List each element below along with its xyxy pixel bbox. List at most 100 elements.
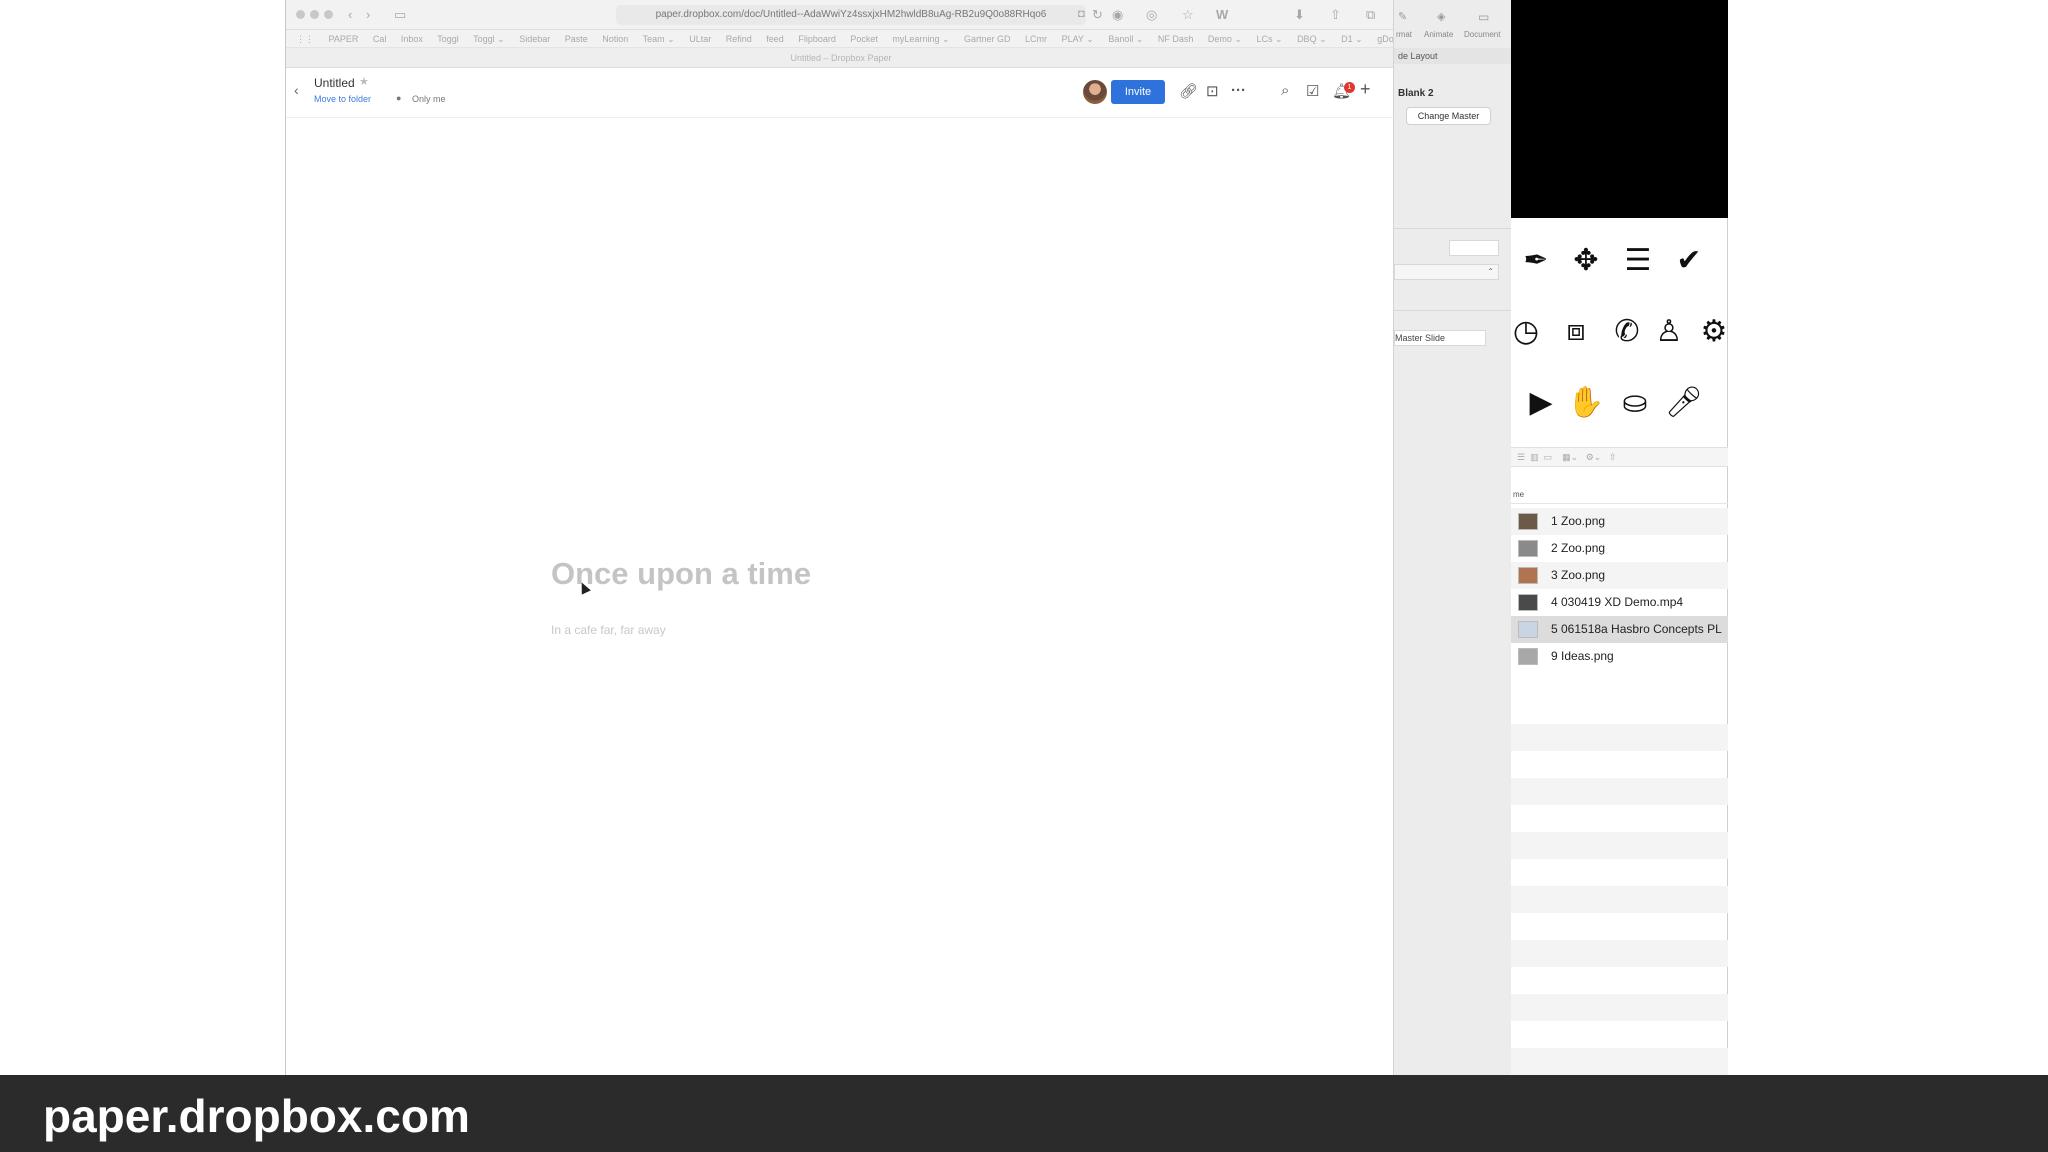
doc-title[interactable]: Untitled: [314, 76, 355, 90]
forward-icon[interactable]: ›: [366, 7, 370, 22]
bookmark-item[interactable]: PLAY ⌄: [1062, 34, 1094, 44]
bookmark-item[interactable]: D1 ⌄: [1341, 34, 1363, 44]
empty-row: [1511, 778, 1728, 805]
group-icon[interactable]: ▦⌄: [1562, 452, 1578, 462]
bookmark-item[interactable]: Banoll ⌄: [1108, 34, 1143, 44]
tab-document[interactable]: Document: [1464, 30, 1500, 39]
bookmark-item[interactable]: Toggl ⌄: [473, 34, 505, 44]
columns-view-icon[interactable]: ▥: [1530, 452, 1539, 462]
bookmark-item[interactable]: LCs ⌄: [1257, 34, 1283, 44]
file-row-selected[interactable]: 5 061518a Hasbro Concepts PL: [1511, 616, 1728, 643]
inspector-select[interactable]: ⌃: [1394, 264, 1499, 280]
change-master-button[interactable]: Change Master: [1406, 107, 1491, 125]
sidebar-toggle-icon[interactable]: ▭: [394, 7, 406, 23]
file-name: 3 Zoo.png: [1551, 568, 1606, 582]
apps-grid-icon[interactable]: ⋮⋮: [296, 34, 314, 44]
gallery-view-icon[interactable]: ▭: [1544, 452, 1553, 462]
format-icon[interactable]: ✎: [1398, 10, 1407, 23]
glove-icon[interactable]: ✋: [1563, 385, 1609, 420]
bookmark-item[interactable]: Toggl: [437, 34, 459, 44]
file-name: 9 Ideas.png: [1551, 649, 1614, 663]
move-arrows-icon[interactable]: ✥: [1563, 243, 1609, 278]
link-icon[interactable]: 🔗︎: [1179, 82, 1198, 100]
animate-icon[interactable]: ◈: [1437, 10, 1445, 23]
document-icon[interactable]: ▭: [1478, 10, 1489, 24]
file-row[interactable]: 2 Zoo.png: [1511, 535, 1728, 562]
bookmark-item[interactable]: Paste: [565, 34, 588, 44]
zoom-window-button[interactable]: [324, 10, 333, 19]
search-icon[interactable]: ⌕: [1281, 82, 1289, 99]
basket-icon[interactable]: ⛀: [1612, 385, 1658, 420]
share-icon[interactable]: ⇧: [1330, 7, 1341, 23]
list-lines-icon[interactable]: ☰: [1615, 243, 1661, 278]
video-play-icon[interactable]: ▶: [1518, 385, 1564, 420]
tab-animate[interactable]: Animate: [1424, 30, 1453, 39]
share-icon[interactable]: ⇧: [1609, 452, 1617, 462]
address-bar[interactable]: paper.dropbox.com/doc/Untitled--AdaWwiYz…: [616, 5, 1086, 25]
bookmarks-bar: ⋮⋮ PAPER Cal Inbox Toggl Toggl ⌄ Sidebar…: [286, 30, 1396, 48]
back-arrow-icon[interactable]: ‹: [294, 82, 299, 98]
doc-heading-placeholder[interactable]: Once upon a time: [551, 556, 811, 592]
favorite-star-icon[interactable]: ★: [359, 75, 369, 88]
extension-icon[interactable]: ◎: [1146, 7, 1157, 23]
file-row[interactable]: 4 030419 XD Demo.mp4: [1511, 589, 1728, 616]
bookmark-item[interactable]: Refind: [726, 34, 752, 44]
divider: [1394, 228, 1514, 229]
browser-window: ‹ › ▭ paper.dropbox.com/doc/Untitled--Ad…: [285, 0, 1396, 1075]
bookmark-item[interactable]: Notion: [602, 34, 628, 44]
create-plus-icon[interactable]: +: [1360, 79, 1371, 100]
list-view-icon[interactable]: ☰: [1517, 452, 1525, 462]
bookmark-item[interactable]: Pocket: [850, 34, 878, 44]
sharing-status[interactable]: Only me: [412, 94, 446, 104]
bookmark-item[interactable]: Flipboard: [798, 34, 836, 44]
download-icon[interactable]: ⬇: [1294, 7, 1305, 23]
bookmark-item[interactable]: PAPER: [329, 34, 359, 44]
bookmark-item[interactable]: feed: [766, 34, 784, 44]
bookmark-item[interactable]: myLearning ⌄: [892, 34, 949, 44]
back-icon[interactable]: ‹: [348, 7, 352, 22]
file-row[interactable]: 9 Ideas.png: [1511, 643, 1728, 670]
files-column-header[interactable]: me: [1511, 490, 1728, 504]
move-to-folder-link[interactable]: Move to folder: [314, 94, 371, 104]
bookmark-item[interactable]: ULtar: [689, 34, 711, 44]
more-options-icon[interactable]: ···: [1231, 82, 1246, 99]
minimize-window-button[interactable]: [310, 10, 319, 19]
present-icon[interactable]: ⊡: [1206, 82, 1219, 100]
checklist-icon[interactable]: ☑: [1306, 82, 1319, 100]
bookmark-item[interactable]: Team ⌄: [643, 34, 675, 44]
extension-icon[interactable]: ◉: [1112, 7, 1123, 23]
action-gear-icon[interactable]: ⚙⌄: [1586, 452, 1602, 462]
reload-icon[interactable]: ↻: [1092, 7, 1103, 23]
tabs-icon[interactable]: ⧉: [1366, 7, 1375, 23]
clock-icon[interactable]: ◷: [1503, 314, 1549, 349]
bookmark-star-icon[interactable]: ☆: [1182, 7, 1194, 23]
doc-body-placeholder[interactable]: In a cafe far, far away: [551, 623, 666, 637]
invite-button[interactable]: Invite: [1111, 80, 1165, 104]
inspector-panel: ✎ rmat ◈ Animate ▭ Document de Layout Bl…: [1393, 0, 1514, 1075]
bookmark-item[interactable]: Sidebar: [519, 34, 550, 44]
bookmark-item[interactable]: Gartner GD: [964, 34, 1011, 44]
bookmark-item[interactable]: DBQ ⌄: [1297, 34, 1327, 44]
master-slide-field[interactable]: Master Slide: [1394, 330, 1486, 346]
bookmark-item[interactable]: LCmr: [1025, 34, 1047, 44]
microphone-icon[interactable]: 🎤︎: [1661, 385, 1707, 420]
picture-in-picture-icon[interactable]: ⧈: [1553, 314, 1599, 348]
reader-icon[interactable]: W: [1216, 7, 1228, 22]
phone-icon[interactable]: ✆: [1604, 314, 1650, 349]
file-row[interactable]: 3 Zoo.png: [1511, 562, 1728, 589]
close-window-button[interactable]: [296, 10, 305, 19]
pen-settings-icon[interactable]: ✒: [1513, 243, 1559, 278]
pocket-icon[interactable]: ◘: [1078, 8, 1085, 20]
bookmark-item[interactable]: Demo ⌄: [1208, 34, 1242, 44]
person-standing-icon[interactable]: ♙: [1646, 314, 1692, 349]
bookmark-item[interactable]: NF Dash: [1158, 34, 1194, 44]
gear-icon[interactable]: ⚙: [1691, 314, 1737, 349]
file-row[interactable]: 1 Zoo.png: [1511, 508, 1728, 535]
bookmark-item[interactable]: Inbox: [401, 34, 423, 44]
tab-title[interactable]: Untitled – Dropbox Paper: [286, 48, 1396, 68]
tab-format[interactable]: rmat: [1396, 30, 1412, 39]
bookmark-item[interactable]: Cal: [373, 34, 387, 44]
inspector-input[interactable]: [1449, 240, 1499, 256]
avatar[interactable]: [1083, 80, 1107, 104]
check-circle-icon[interactable]: ✔: [1666, 243, 1712, 278]
